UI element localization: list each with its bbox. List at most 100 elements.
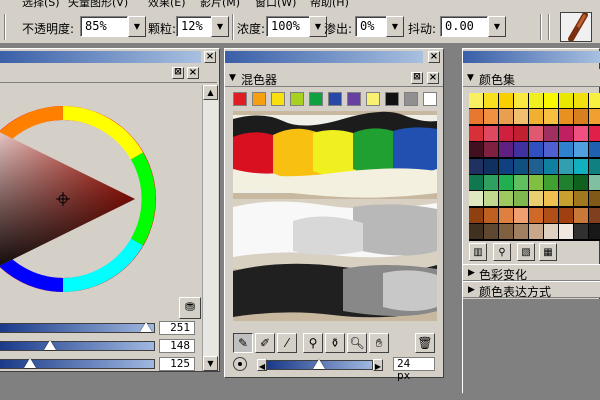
brush-size-track[interactable] [267,359,373,370]
colorset-swatch[interactable] [589,109,600,125]
green-slider[interactable] [0,340,155,351]
mixer-pad[interactable] [233,111,437,321]
colorset-swatch[interactable] [559,93,573,108]
opacity-field[interactable]: 85% [80,16,128,37]
section-color-expression[interactable]: ▶ 颜色表达方式 [463,281,600,299]
dropper-icon[interactable]: ⚲ [303,333,323,353]
library-icon[interactable]: ▥ [469,243,487,261]
colorset-swatch[interactable] [574,207,588,223]
colorset-swatch[interactable] [469,191,483,207]
color-swatch[interactable] [328,92,342,106]
colorset-swatch[interactable] [544,109,558,125]
trash-icon[interactable]: 🗑︎ [415,333,435,353]
colorset-swatch[interactable] [559,142,573,158]
colorset-swatch[interactable] [529,142,543,158]
colorset-swatch[interactable] [574,224,588,240]
colorset-swatch[interactable] [484,125,498,141]
colorset-swatch[interactable] [529,191,543,207]
green-value-field[interactable]: 148 [159,339,195,353]
slider-thumb[interactable] [44,340,56,350]
scroll-up-icon[interactable]: ▲ [203,85,218,100]
colorset-swatch[interactable] [589,224,600,240]
colorset-swatch[interactable] [559,125,573,141]
colorset-swatch[interactable] [499,93,513,108]
stamp-icon[interactable]: ⛃ [179,297,201,319]
color-swatch[interactable] [290,92,304,106]
colorset-panel-header[interactable]: ▼ 颜色集 [463,69,600,87]
colorset-swatch[interactable] [574,158,588,174]
colorset-swatch[interactable] [514,175,528,190]
color-swatch[interactable] [385,92,399,106]
colorset-swatch[interactable] [574,191,588,207]
colorset-swatch[interactable] [589,207,600,223]
colorset-swatch[interactable] [514,207,528,223]
slider-thumb[interactable] [313,359,325,369]
colorset-swatch[interactable] [484,158,498,174]
colorset-swatch[interactable] [514,125,528,141]
color-swatch[interactable] [366,92,380,106]
expand-icon[interactable]: ▶ [468,268,475,278]
colorset-swatch[interactable] [559,191,573,207]
panel-titlebar[interactable] [0,51,201,63]
apply-brush-icon[interactable]: ✐ [255,333,275,353]
colorset-swatch[interactable] [469,109,483,125]
colorset-swatch[interactable] [589,142,600,158]
colorset-swatch[interactable] [589,158,600,174]
mixer-brush-icon[interactable]: ✎ [233,333,253,353]
colorset-swatch[interactable] [499,224,513,240]
jitter-field[interactable]: 0.00 [440,16,488,37]
colorset-swatch[interactable] [484,207,498,223]
density-field[interactable]: 100% [266,16,310,37]
colorset-swatch[interactable] [469,158,483,174]
collapse-icon[interactable]: ▼ [229,73,236,83]
brush-size-field[interactable]: 24 px [393,357,435,382]
panel-titlebar[interactable] [463,51,600,63]
colorset-swatch[interactable] [544,125,558,141]
menu-item-effects[interactable]: 效果(E) [148,0,186,8]
colorset-swatch[interactable] [589,175,600,190]
close-icon[interactable]: × [427,72,439,84]
colorset-swatch[interactable] [574,109,588,125]
color-swatch[interactable] [347,92,361,106]
bleed-field[interactable]: 0% [355,16,387,37]
color-swatch[interactable] [271,92,285,106]
colorset-swatch[interactable] [469,142,483,158]
panel-titlebar[interactable] [225,51,423,63]
brush-size-slider[interactable]: ◀ ▶ [257,359,385,371]
colorset-swatch[interactable] [544,175,558,190]
red-value-field[interactable]: 251 [159,321,195,335]
colorset-swatch[interactable] [484,175,498,190]
collapse-icon[interactable]: ▼ [467,73,474,83]
colorset-swatch[interactable] [559,175,573,190]
expand-icon[interactable]: ▶ [468,285,475,295]
colorset-swatch[interactable] [484,191,498,207]
color-swatch[interactable] [252,92,266,106]
colorset-swatch[interactable] [544,158,558,174]
menu-item-help[interactable]: 帮助(H) [310,0,349,8]
colorset-swatch[interactable] [574,125,588,141]
colorset-swatch[interactable] [499,142,513,158]
colorset-swatch[interactable] [574,175,588,190]
menu-item-movie[interactable]: 影片(M) [200,0,240,8]
colorset-swatch[interactable] [484,93,498,108]
delete-color-icon[interactable]: ▧ [517,243,535,261]
colorset-swatch[interactable] [484,109,498,125]
colorset-swatch[interactable] [529,109,543,125]
vertical-scrollbar[interactable]: ▲ ▼ [202,85,218,371]
colorset-swatch[interactable] [574,93,588,108]
color-swatch[interactable] [309,92,323,106]
colorset-swatch[interactable] [514,224,528,240]
colorset-swatch[interactable] [484,142,498,158]
colors-panel-header[interactable]: ⊠ × [0,65,217,83]
color-swatch[interactable] [423,92,437,106]
slider-thumb[interactable] [140,322,152,332]
panel-options-icon[interactable]: ⊠ [172,67,184,79]
colorset-swatch[interactable] [499,125,513,141]
colorset-swatch[interactable] [589,191,600,207]
colorset-swatch[interactable] [469,224,483,240]
close-icon[interactable]: × [204,51,216,63]
slider-right-icon[interactable]: ▶ [373,359,383,371]
colorset-swatch[interactable] [544,142,558,158]
colorset-swatch[interactable] [589,125,600,141]
colorset-swatch[interactable] [529,224,543,240]
